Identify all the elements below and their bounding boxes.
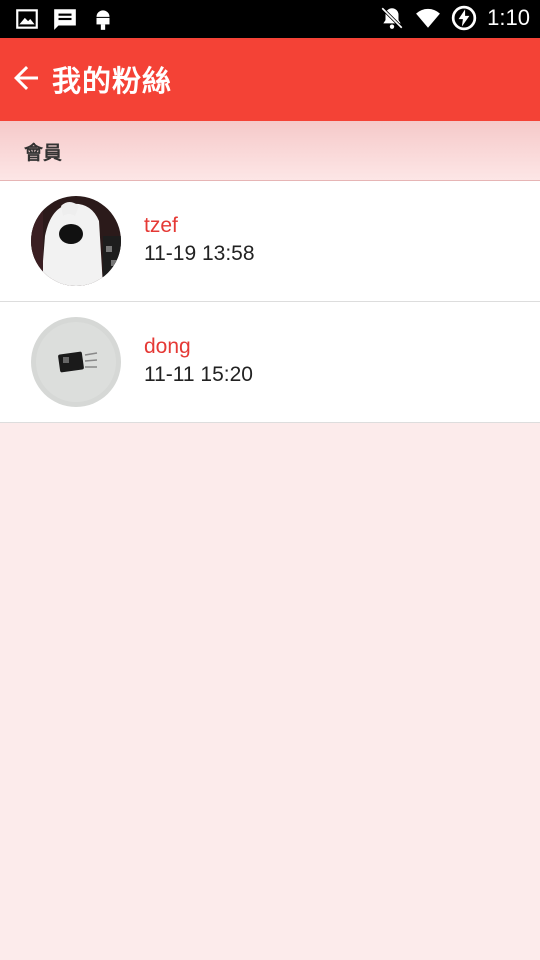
follower-name: tzef	[144, 214, 178, 237]
wifi-icon	[416, 8, 441, 28]
image-icon	[16, 9, 38, 29]
page-title: 我的粉絲	[52, 64, 173, 98]
list-item[interactable]: dong 11-11 15:20	[0, 302, 540, 423]
avatar	[31, 196, 121, 286]
arrow-back-icon	[14, 66, 38, 90]
section-label: 會員	[24, 142, 63, 164]
followers-list: tzef 11-19 13:58 dong 11-11 15:20	[0, 181, 540, 423]
battery-charging-icon	[451, 5, 477, 31]
follower-name: dong	[144, 335, 191, 358]
status-bar: 1:10	[0, 0, 540, 38]
list-item[interactable]: tzef 11-19 13:58	[0, 181, 540, 302]
message-icon	[54, 9, 76, 30]
section-tab-members[interactable]: 會員	[0, 121, 540, 181]
status-time: 1:10	[487, 5, 530, 30]
avatar	[31, 317, 121, 407]
follower-time: 11-11 15:20	[144, 363, 253, 386]
app-bar: 我的粉絲	[0, 38, 540, 121]
back-button[interactable]	[8, 60, 44, 96]
follower-time: 11-19 13:58	[144, 242, 255, 265]
muted-bell-icon	[381, 7, 404, 29]
android-icon	[96, 10, 110, 30]
